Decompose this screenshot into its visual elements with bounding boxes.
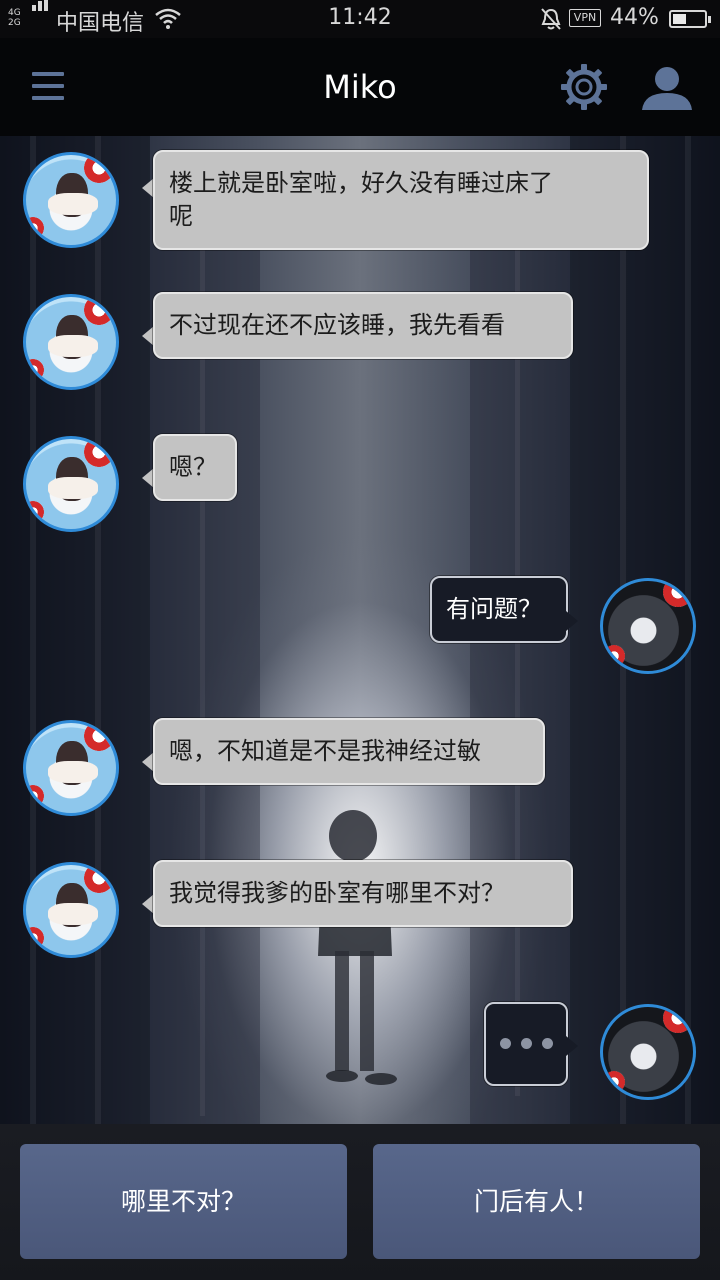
my-message-bubble: 有问题？: [430, 576, 568, 643]
battery-percent: 44%: [610, 5, 659, 30]
typing-dot: [521, 1038, 532, 1049]
status-bar: 4G 2G 中国电信 11:42 VPN 44%: [0, 0, 720, 38]
reply-choices-panel: 哪里不对？ 门后有人！: [0, 1124, 720, 1280]
choice-button-2[interactable]: 门后有人！: [373, 1144, 700, 1259]
battery-icon: [669, 10, 711, 28]
my-avatar[interactable]: [600, 578, 696, 674]
user-icon[interactable]: [641, 66, 693, 110]
mute-bell-icon: [541, 8, 561, 30]
app-header: Miko: [0, 38, 720, 136]
gear-icon[interactable]: [560, 63, 608, 111]
my-avatar[interactable]: [600, 1004, 696, 1100]
chat-area[interactable]: 楼上就是卧室啦，好久没有睡过床了 呢 不过现在还不应该睡，我先看看 嗯？ 有问题…: [0, 136, 720, 1124]
typing-dot: [542, 1038, 553, 1049]
miko-message-bubble: 嗯？: [153, 434, 237, 501]
bubble-tail: [566, 1036, 578, 1056]
miko-message-bubble: 嗯，不知道是不是我神经过敏: [153, 718, 545, 785]
typing-indicator-bubble: [484, 1002, 568, 1086]
miko-avatar[interactable]: [23, 436, 119, 532]
miko-avatar[interactable]: [23, 862, 119, 958]
miko-avatar[interactable]: [23, 720, 119, 816]
choice-button-1[interactable]: 哪里不对？: [20, 1144, 347, 1259]
miko-avatar[interactable]: [23, 294, 119, 390]
bubble-tail: [566, 611, 578, 631]
miko-message-bubble: 不过现在还不应该睡，我先看看: [153, 292, 573, 359]
typing-dot: [500, 1038, 511, 1049]
chat-title: Miko: [323, 68, 397, 106]
miko-message-bubble: 楼上就是卧室啦，好久没有睡过床了 呢: [153, 150, 649, 250]
battery-level-fill: [673, 14, 686, 24]
vpn-badge: VPN: [569, 9, 601, 27]
miko-message-bubble: 我觉得我爹的卧室有哪里不对？: [153, 860, 573, 927]
miko-avatar[interactable]: [23, 152, 119, 248]
